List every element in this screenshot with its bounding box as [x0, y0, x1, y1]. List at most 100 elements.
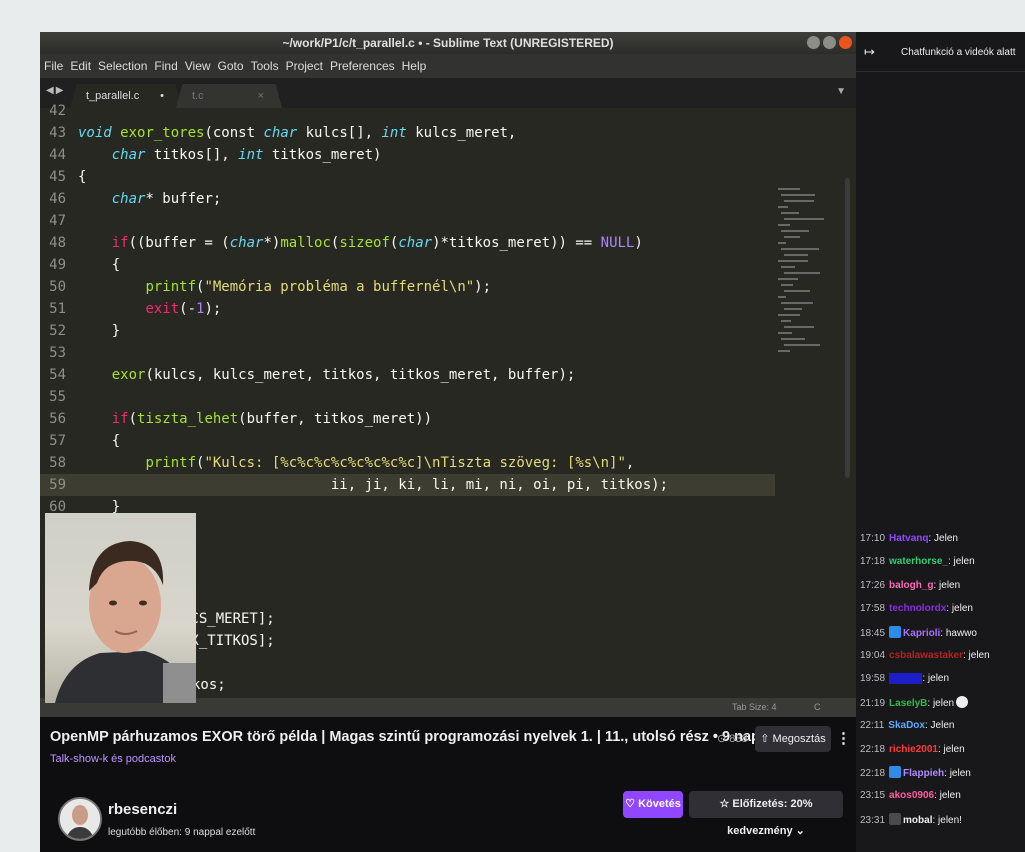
menu-project[interactable]: Project: [282, 54, 323, 78]
follow-button[interactable]: ♡ Követés: [623, 791, 683, 818]
chat-username[interactable]: Hatvanq: [889, 533, 928, 544]
code-line[interactable]: 55: [40, 386, 775, 408]
collapse-chat-icon[interactable]: ↦: [864, 44, 875, 60]
minimap-line: [781, 320, 791, 322]
streamer-face-image: [55, 541, 196, 703]
menu-help[interactable]: Help: [398, 54, 427, 78]
code-line[interactable]: 52 }: [40, 320, 775, 342]
chat-username[interactable]: Kaprioli: [903, 628, 940, 639]
code-line[interactable]: 59 ii, ji, ki, li, mi, ni, oi, pi, titko…: [40, 474, 775, 496]
menu-selection[interactable]: Selection: [94, 54, 147, 78]
code-line[interactable]: 50 printf("Memória probléma a buffernél\…: [40, 276, 775, 298]
chat-username[interactable]: richie2001: [889, 744, 938, 755]
code-line[interactable]: 51 exit(-1);: [40, 298, 775, 320]
chat-timestamp: 19:04: [860, 650, 886, 661]
subscribe-button[interactable]: ☆ Előfizetés: 20% kedvezmény ⌄: [689, 791, 843, 837]
minimap-line: [778, 332, 792, 334]
chat-username[interactable]: csbalawastaker: [889, 650, 963, 661]
minimap-line: [778, 260, 808, 262]
menu-tools[interactable]: Tools: [247, 54, 279, 78]
tab-nav-arrows-icon[interactable]: ◀▶: [46, 85, 65, 96]
code-line[interactable]: 54 exor(kulcs, kulcs_meret, titkos, titk…: [40, 364, 775, 386]
tab-size-indicator[interactable]: Tab Size: 4: [732, 698, 777, 717]
chat-username[interactable]: SkaDox: [888, 720, 925, 731]
menu-preferences[interactable]: Preferences: [326, 54, 395, 78]
menu-goto[interactable]: Goto: [214, 54, 244, 78]
code-text: ii, ji, ki, li, mi, ni, oi, pi, titkos);: [78, 477, 669, 493]
code-line[interactable]: 57 {: [40, 430, 775, 452]
chat-message: 17:18 waterhorse_: jelen: [860, 555, 1025, 569]
chat-timestamp: 17:26: [860, 579, 886, 591]
follow-label: Követés: [638, 798, 681, 810]
menu-file[interactable]: File: [40, 54, 63, 78]
menu-bar: File Edit Selection Find View Goto Tools…: [40, 54, 856, 78]
chat-timestamp: 22:18: [860, 743, 886, 755]
chat-text: : hawwo: [940, 627, 977, 639]
code-line[interactable]: 53: [40, 342, 775, 364]
chat-text: : jelen: [927, 697, 955, 709]
code-text: printf("Memória probléma a buffernél\n")…: [145, 279, 492, 295]
close-button[interactable]: [839, 36, 852, 49]
code-line[interactable]: 44 char titkos[], int titkos_meret): [40, 144, 775, 166]
code-text: {: [78, 257, 121, 273]
code-text: }: [78, 323, 121, 339]
minimap-line: [778, 224, 790, 226]
line-number: 55: [49, 389, 66, 405]
last-live-text: legutóbb élőben: 9 nappal ezelőtt: [108, 827, 256, 838]
share-icon: ⇧: [760, 733, 773, 745]
line-number: 57: [49, 433, 66, 449]
chat-username[interactable]: LaselyB: [889, 698, 927, 709]
code-line[interactable]: 56 if(tiszta_lehet(buffer, titkos_meret)…: [40, 408, 775, 430]
code-text: char* buffer;: [111, 191, 222, 207]
chat-message: 17:10 Hatvanq: Jelen: [860, 532, 1025, 546]
scrollbar[interactable]: [845, 178, 850, 478]
code-line[interactable]: 45 {: [40, 166, 775, 188]
code-line[interactable]: 47: [40, 210, 775, 232]
menu-view[interactable]: View: [181, 54, 211, 78]
minimap-line: [778, 350, 790, 352]
chat-username[interactable]: waterhorse_: [889, 556, 948, 567]
chat-message: 22:18 Flappieh: jelen: [860, 766, 1025, 781]
chat-text: : Jelen: [924, 720, 955, 732]
chat-username[interactable]: Flappieh: [903, 768, 944, 779]
language-indicator[interactable]: C: [814, 698, 821, 717]
minimap-line: [784, 272, 820, 274]
share-button[interactable]: ⇧ Megosztás: [755, 726, 831, 752]
chat-username[interactable]: [889, 673, 923, 685]
channel-name[interactable]: rbesenczi: [108, 801, 177, 818]
code-text: printf("Kulcs: [%c%c%c%c%c%c%c%c]\nTiszt…: [145, 455, 635, 471]
minimap-line: [781, 302, 813, 304]
chat-username[interactable]: akos0906: [889, 790, 934, 801]
chat-message: 17:58 technolordx: jelen: [860, 602, 1025, 616]
code-line[interactable]: 49 {: [40, 254, 775, 276]
menu-edit[interactable]: Edit: [66, 54, 91, 78]
chat-text: : jelen: [962, 650, 990, 661]
minimap-line: [781, 248, 819, 250]
more-options-button[interactable]: ⋮: [836, 729, 851, 747]
menu-find[interactable]: Find: [150, 54, 177, 78]
chat-username[interactable]: mobal: [903, 815, 932, 826]
code-line[interactable]: 58 printf("Kulcs: [%c%c%c%c%c%c%c%c]\nTi…: [40, 452, 775, 474]
page: ~/work/P1/c/t_parallel.c • - Sublime Tex…: [0, 0, 1025, 852]
code-line[interactable]: 46 char* buffer;: [40, 188, 775, 210]
tab-dropdown-icon[interactable]: ▼: [836, 86, 846, 97]
chat-username[interactable]: technolordx: [889, 603, 946, 614]
line-number: 44: [49, 147, 66, 163]
line-number: 46: [49, 191, 66, 207]
line-number: 42: [49, 103, 66, 119]
chat-username[interactable]: balogh_g: [889, 580, 933, 591]
window-title: ~/work/P1/c/t_parallel.c • - Sublime Tex…: [40, 32, 856, 54]
code-line[interactable]: 42: [40, 100, 775, 122]
minimap[interactable]: [778, 188, 848, 388]
maximize-button[interactable]: [823, 36, 836, 49]
code-line[interactable]: 48 if((buffer = (char*)malloc(sizeof(cha…: [40, 232, 775, 254]
avatar[interactable]: [58, 797, 102, 841]
chat-text: : jelen!: [932, 814, 962, 826]
chat-message: 22:11 SkaDox: Jelen: [860, 719, 1025, 733]
minimize-button[interactable]: [807, 36, 820, 49]
code-line[interactable]: 43 void exor_tores(const char kulcs[], in…: [40, 122, 775, 144]
category-link[interactable]: Talk-show-k és podcastok: [50, 753, 176, 765]
line-number: 54: [49, 367, 66, 383]
share-label: Megosztás: [772, 733, 826, 745]
chat-message: 18:45 Kaprioli: hawwo: [860, 625, 1025, 641]
